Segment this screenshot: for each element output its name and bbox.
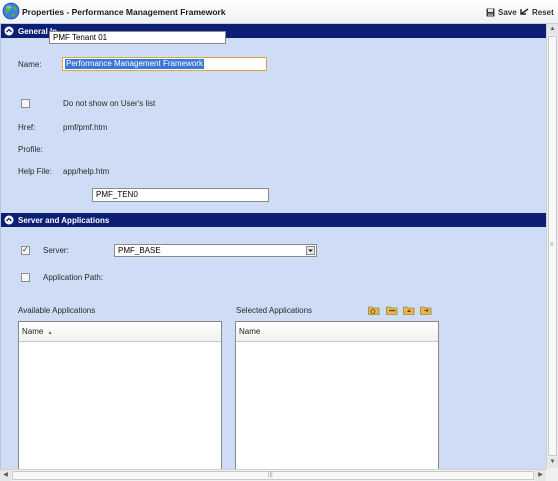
globe-icon bbox=[2, 2, 20, 20]
hide-from-list-label: Do not show on User's list bbox=[63, 99, 156, 108]
save-button[interactable]: Save bbox=[486, 6, 517, 18]
folder-move-icon[interactable] bbox=[420, 305, 432, 315]
help-file-label: Help File: bbox=[18, 167, 52, 176]
chevron-up-circle-icon[interactable] bbox=[4, 26, 14, 36]
scroll-corner bbox=[546, 469, 558, 481]
folder-icon[interactable] bbox=[386, 305, 398, 315]
hide-from-list-checkbox[interactable] bbox=[21, 99, 30, 108]
selected-apps-name-header: Name bbox=[239, 327, 261, 336]
chevron-up-circle-icon[interactable] bbox=[4, 215, 14, 225]
sort-asc-icon: ▲ bbox=[47, 330, 53, 336]
available-apps-list[interactable]: Name ▲ bbox=[18, 321, 222, 469]
horizontal-scrollbar[interactable]: ◀ ||| ▶ bbox=[0, 469, 546, 481]
server-select[interactable]: PMF_BASE bbox=[114, 244, 317, 257]
properties-panel: General In PMF Tenant 01 Name: Performan… bbox=[0, 24, 546, 469]
available-apps-label: Available Applications bbox=[18, 306, 96, 315]
available-apps-name-header: Name bbox=[22, 327, 44, 336]
name-input[interactable]: Performance Management Framework bbox=[62, 57, 267, 71]
reset-label: Reset bbox=[532, 7, 554, 17]
href-value: pmf/pmf.htm bbox=[63, 123, 108, 132]
href-label: Href: bbox=[18, 123, 36, 132]
folder-up-icon[interactable] bbox=[403, 305, 415, 315]
folder-search-icon[interactable] bbox=[368, 305, 380, 315]
scroll-down-icon[interactable]: ▼ bbox=[547, 457, 558, 468]
server-checkbox[interactable] bbox=[21, 245, 30, 255]
save-disk-icon bbox=[486, 8, 495, 16]
vertical-scroll-thumb[interactable]: ≡ bbox=[548, 36, 557, 456]
window-title: Properties - Performance Management Fram… bbox=[22, 7, 226, 17]
app-path-label: Application Path: bbox=[43, 273, 104, 282]
reset-arrow-icon bbox=[520, 7, 529, 15]
grip-icon: ≡ bbox=[550, 242, 554, 248]
server-apps-title: Server and Applications bbox=[18, 215, 110, 225]
server-apps-header[interactable]: Server and Applications bbox=[1, 213, 546, 227]
name-value: Performance Management Framework bbox=[65, 59, 204, 69]
horizontal-scroll-thumb[interactable]: ||| bbox=[12, 471, 534, 480]
tenant-code-field[interactable]: PMF_TEN0 bbox=[92, 188, 269, 202]
tenant-name-field[interactable]: PMF Tenant 01 bbox=[49, 31, 226, 44]
app-path-checkbox[interactable] bbox=[21, 273, 30, 282]
name-label: Name: bbox=[18, 60, 42, 69]
selected-apps-name-column[interactable]: Name bbox=[236, 322, 438, 342]
scroll-up-icon[interactable]: ▲ bbox=[547, 24, 558, 35]
save-label: Save bbox=[498, 7, 517, 17]
reset-button[interactable]: Reset bbox=[520, 6, 554, 18]
scroll-left-icon[interactable]: ◀ bbox=[0, 470, 11, 481]
title-bar: Properties - Performance Management Fram… bbox=[0, 0, 558, 24]
selected-apps-label: Selected Applications bbox=[236, 306, 313, 315]
vertical-scrollbar[interactable]: ▲ ≡ ▼ bbox=[546, 24, 558, 469]
available-apps-name-column[interactable]: Name ▲ bbox=[19, 322, 221, 342]
chevron-down-icon[interactable] bbox=[306, 246, 315, 255]
selected-apps-list[interactable]: Name bbox=[235, 321, 439, 469]
help-file-value: app/help.htm bbox=[63, 167, 110, 176]
grip-icon: ||| bbox=[268, 472, 273, 478]
profile-label: Profile: bbox=[18, 145, 43, 154]
server-select-value: PMF_BASE bbox=[118, 246, 161, 255]
scroll-right-icon[interactable]: ▶ bbox=[535, 470, 546, 481]
server-label: Server: bbox=[43, 246, 69, 255]
